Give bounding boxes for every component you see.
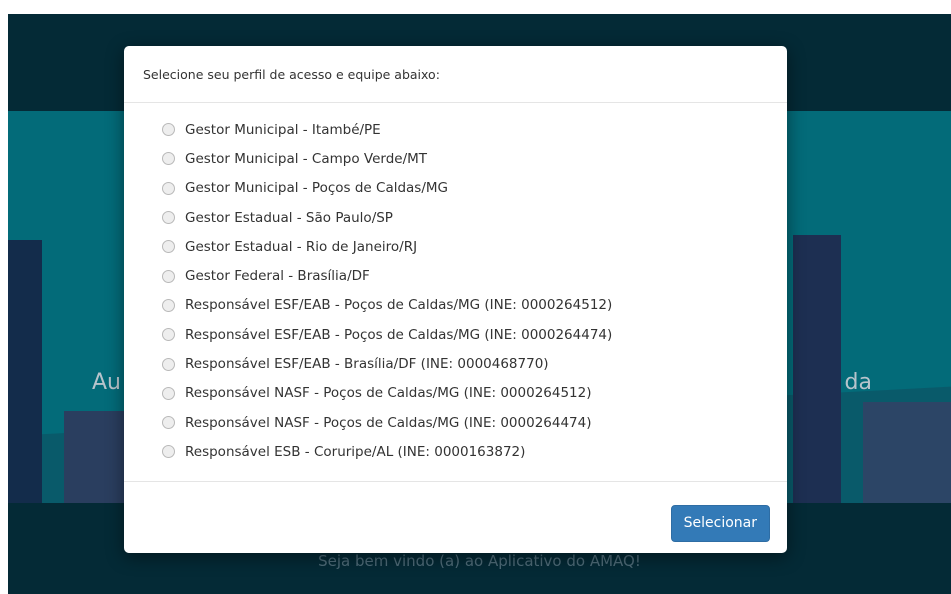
profile-option-label: Responsável NASF - Poços de Caldas/MG (I…: [185, 414, 592, 431]
modal-header: Selecione seu perfil de acesso e equipe …: [124, 46, 787, 103]
radio-button[interactable]: [162, 386, 175, 400]
profile-option-label: Responsável ESF/EAB - Poços de Caldas/MG…: [185, 297, 613, 314]
hero-bar: [8, 240, 42, 503]
select-button[interactable]: Selecionar: [670, 504, 770, 542]
profile-option-label: Responsável ESF/EAB - Poços de Caldas/MG…: [185, 326, 613, 343]
profile-option-label: Gestor Estadual - Rio de Janeiro/RJ: [185, 238, 418, 255]
profile-option[interactable]: Gestor Estadual - Rio de Janeiro/RJ: [162, 232, 787, 261]
profile-option[interactable]: Responsável NASF - Poços de Caldas/MG (I…: [162, 408, 787, 437]
profile-option[interactable]: Responsável NASF - Poços de Caldas/MG (I…: [162, 379, 787, 408]
profile-option-label: Gestor Estadual - São Paulo/SP: [185, 209, 393, 226]
radio-button[interactable]: [162, 152, 175, 166]
profile-option[interactable]: Responsável ESF/EAB - Poços de Caldas/MG…: [162, 320, 787, 349]
profile-select-modal: Selecione seu perfil de acesso e equipe …: [124, 46, 787, 553]
hero-bar: [793, 235, 841, 503]
hero-bar: [863, 402, 951, 503]
profile-option-label: Responsável ESB - Coruripe/AL (INE: 0000…: [185, 443, 526, 460]
profile-option-label: Responsável NASF - Poços de Caldas/MG (I…: [185, 385, 592, 402]
radio-button[interactable]: [162, 445, 175, 459]
hero-headline-right: da: [844, 370, 872, 395]
radio-button[interactable]: [162, 328, 175, 342]
profile-option-label: Gestor Federal - Brasília/DF: [185, 268, 370, 285]
profile-option-label: Gestor Municipal - Poços de Caldas/MG: [185, 180, 448, 197]
profile-option[interactable]: Gestor Municipal - Poços de Caldas/MG: [162, 174, 787, 203]
profile-option-label: Gestor Municipal - Itambé/PE: [185, 121, 381, 138]
radio-button[interactable]: [162, 181, 175, 195]
radio-button[interactable]: [162, 211, 175, 225]
profile-option[interactable]: Responsável ESF/EAB - Poços de Caldas/MG…: [162, 291, 787, 320]
hero-bar: [64, 411, 126, 503]
radio-button[interactable]: [162, 123, 175, 137]
profile-option-label: Responsável ESF/EAB - Brasília/DF (INE: …: [185, 356, 549, 373]
profile-option[interactable]: Responsável ESB - Coruripe/AL (INE: 0000…: [162, 437, 787, 466]
modal-footer: Selecionar: [124, 482, 787, 564]
hero-headline-left: Au: [92, 370, 121, 395]
profile-option-label: Gestor Municipal - Campo Verde/MT: [185, 150, 428, 167]
radio-button[interactable]: [162, 269, 175, 283]
profile-option[interactable]: Gestor Federal - Brasília/DF: [162, 261, 787, 290]
modal-title: Selecione seu perfil de acesso e equipe …: [143, 66, 440, 82]
profile-option[interactable]: Responsável ESF/EAB - Brasília/DF (INE: …: [162, 349, 787, 378]
radio-button[interactable]: [162, 357, 175, 371]
radio-button[interactable]: [162, 240, 175, 254]
profile-option[interactable]: Gestor Municipal - Campo Verde/MT: [162, 144, 787, 173]
profile-option[interactable]: Gestor Estadual - São Paulo/SP: [162, 203, 787, 232]
modal-body: Gestor Municipal - Itambé/PE Gestor Muni…: [124, 103, 787, 482]
radio-button[interactable]: [162, 298, 175, 312]
radio-button[interactable]: [162, 416, 175, 430]
profile-option[interactable]: Gestor Municipal - Itambé/PE: [162, 115, 787, 144]
